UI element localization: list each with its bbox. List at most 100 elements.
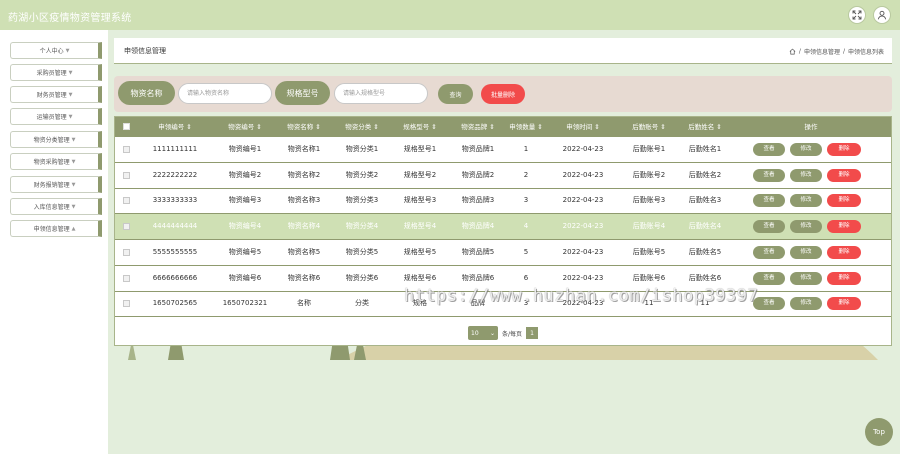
column-header[interactable]: 规格型号 ⇕ [391, 117, 449, 137]
delete-button[interactable]: 删除 [827, 220, 861, 234]
table-row[interactable]: 1111111111 物资编号1 物资名称1 物资分类1 规格型号1 物资品牌1 1 2022… [115, 137, 891, 163]
table-cell: 物资品牌2 [461, 170, 495, 179]
sidebar-item-label: 采购员管理 [36, 70, 67, 77]
user-icon [877, 10, 887, 20]
edit-button[interactable]: 修改 [790, 143, 822, 156]
row-checkbox[interactable] [123, 300, 130, 308]
table-cell: 2 [523, 170, 529, 179]
view-button[interactable]: 查看 [753, 245, 785, 259]
table-cell: 规格型号1 [403, 145, 437, 153]
row-checkbox[interactable] [123, 171, 130, 179]
edit-button[interactable]: 修改 [790, 194, 822, 208]
table-cell: 后勤账号1 [632, 145, 666, 153]
table-cell: 1650702321 [222, 299, 268, 308]
view-button[interactable]: 查看 [753, 271, 785, 285]
table-cell: 5 [523, 247, 529, 256]
back-to-top-button[interactable]: Top [865, 418, 893, 446]
column-header[interactable]: 物资品牌 ⇕ [449, 117, 507, 137]
delete-button[interactable]: 删除 [827, 194, 861, 208]
view-button[interactable]: 查看 [753, 220, 785, 234]
table-cell: 3 [523, 196, 529, 205]
sidebar-item-label: 个人中心 [39, 48, 64, 55]
column-header[interactable]: 物资分类 ⇕ [333, 117, 391, 137]
column-header[interactable]: 后勤姓名 ⇕ [677, 117, 733, 137]
table-cell: 后勤账号2 [632, 170, 666, 179]
column-header[interactable]: 后勤账号 ⇕ [621, 117, 677, 137]
spec-model-label: 规格型号 [275, 81, 330, 105]
view-button[interactable]: 查看 [753, 297, 785, 311]
sidebar-item-transporter[interactable]: 运输员管理 ▼ [10, 108, 102, 125]
delete-button[interactable]: 删除 [827, 168, 861, 182]
table-cell: 名称 [297, 299, 311, 308]
edit-button[interactable]: 修改 [790, 220, 822, 234]
table-cell: 2022-04-23 [562, 222, 604, 231]
view-button[interactable]: 查看 [753, 194, 785, 208]
fullscreen-button[interactable] [848, 6, 866, 24]
breadcrumb-item[interactable]: 申领信息管理 [804, 47, 840, 56]
row-checkbox[interactable] [123, 248, 130, 256]
row-checkbox[interactable] [123, 274, 130, 282]
column-header-actions: 操作 [804, 123, 818, 131]
breadcrumb: / 申领信息管理 / 申领信息列表 [789, 47, 884, 56]
user-button[interactable] [873, 6, 891, 24]
edit-button[interactable]: 修改 [790, 168, 822, 182]
sidebar-item-purchaser[interactable]: 采购员管理 ▼ [10, 64, 102, 81]
sidebar-item-personal-center[interactable]: 个人中心 ▼ [10, 42, 102, 59]
home-icon[interactable] [789, 48, 796, 55]
select-all-checkbox[interactable] [123, 123, 130, 130]
table-row[interactable]: 4444444444 物资编号4 物资名称4 物资分类4 规格型号4 物资品牌4 4 2022… [115, 214, 891, 241]
view-button[interactable]: 查看 [753, 168, 785, 182]
table-cell: 2022-04-23 [562, 145, 604, 153]
sidebar-item-material-category[interactable]: 物资分类管理 ▼ [10, 131, 102, 148]
delete-button[interactable]: 删除 [827, 271, 861, 285]
main-content: 申领信息管理 / 申领信息管理 / 申领信息列表 物资名称 规格型号 查询 批量… [108, 30, 900, 454]
table-row[interactable]: 6666666666 物资编号6 物资名称6 物资分类6 规格型号6 物资品牌6 6 2022… [115, 266, 891, 292]
edit-button[interactable]: 修改 [790, 271, 822, 285]
column-header[interactable]: 物资编号 ⇕ [215, 117, 275, 137]
table-cell: 物资名称3 [287, 196, 321, 205]
chevron-down-icon: ▼ [71, 181, 76, 188]
table-cell: 后勤姓名6 [688, 273, 722, 282]
edit-button[interactable]: 修改 [790, 297, 822, 311]
table-row[interactable]: 5555555555 物资编号5 物资名称5 物资分类5 规格型号5 物资品牌5 5 2022… [115, 240, 891, 266]
row-checkbox[interactable] [123, 146, 130, 153]
row-checkbox[interactable] [123, 197, 130, 205]
sidebar-item-requisition[interactable]: 申领信息管理 ▲ [10, 220, 102, 237]
sidebar-item-label: 财务报销管理 [33, 182, 70, 189]
table-row[interactable]: 1650702565 1650702321 名称 分类 规格 品牌 3 2022-04-23 1… [115, 291, 891, 318]
table-cell: 2022-04-23 [562, 170, 604, 179]
sidebar-item-finance-staff[interactable]: 财务员管理 ▼ [10, 86, 102, 103]
delete-button[interactable]: 删除 [827, 245, 861, 259]
spec-model-input[interactable] [334, 83, 428, 104]
column-header[interactable]: 申领编号 ⇕ [135, 117, 215, 137]
sidebar-item-reimbursement[interactable]: 财务报销管理 ▼ [10, 176, 102, 193]
table-row[interactable]: 3333333333 物资编号3 物资名称3 物资分类3 规格型号3 物资品牌3 3 2022… [115, 188, 891, 215]
column-header[interactable]: 物资名称 ⇕ [275, 117, 333, 137]
edit-button[interactable]: 修改 [790, 245, 822, 259]
table-cell: 物资分类2 [345, 170, 379, 179]
sidebar-item-inbound[interactable]: 入库信息管理 ▼ [10, 198, 102, 215]
delete-button[interactable]: 删除 [827, 143, 861, 156]
batch-delete-button[interactable]: 批量删除 [481, 84, 525, 104]
table-cell: 物资分类4 [345, 222, 379, 231]
row-checkbox[interactable] [123, 223, 130, 231]
column-header[interactable]: 申领数量 ⇕ [507, 117, 545, 137]
query-button[interactable]: 查询 [438, 84, 473, 104]
table-cell: 5555555555 [152, 247, 198, 256]
table-cell: 规格型号2 [403, 170, 437, 179]
table-row[interactable]: 2222222222 物资编号2 物资名称2 物资分类2 规格型号2 物资品牌2 2 2022… [115, 163, 891, 189]
table-cell: 规格 [413, 299, 427, 308]
delete-button[interactable]: 删除 [827, 297, 861, 311]
table-cell: 物资分类3 [345, 196, 379, 205]
sidebar-item-label: 物资分类管理 [33, 137, 70, 144]
page-size-select[interactable]: 10 ⌄ [468, 326, 498, 340]
table-cell: 物资名称1 [287, 145, 321, 153]
table-cell: 品牌 [471, 299, 485, 308]
sidebar-item-label: 物资采购管理 [33, 159, 70, 166]
material-name-input[interactable] [178, 83, 272, 104]
view-button[interactable]: 查看 [753, 143, 785, 156]
breadcrumb-separator: / [798, 48, 801, 55]
sidebar-item-material-purchase[interactable]: 物资采购管理 ▼ [10, 153, 102, 170]
page-number-current[interactable]: 1 [526, 327, 539, 339]
column-header[interactable]: 申领时间 ⇕ [545, 117, 621, 137]
